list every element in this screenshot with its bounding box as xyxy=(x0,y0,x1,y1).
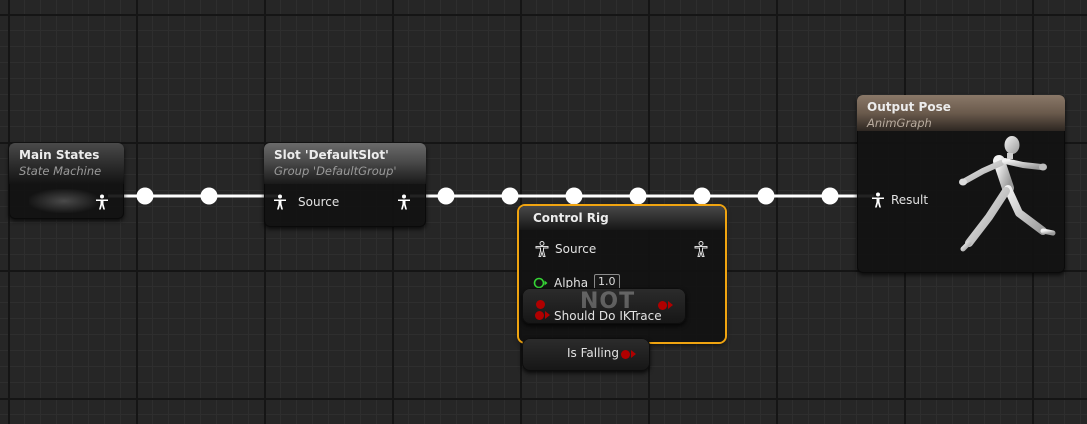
wire-bubble xyxy=(757,187,775,205)
bool-pin-icon[interactable] xyxy=(536,300,545,309)
node-title: Slot 'DefaultSlot' xyxy=(274,148,389,162)
pose-pin-icon[interactable] xyxy=(871,192,885,208)
node-title: Output Pose xyxy=(867,100,951,114)
pose-pin-icon[interactable] xyxy=(535,241,549,257)
bool-pin-icon[interactable] xyxy=(535,311,544,320)
node-subtitle: Group 'DefaultGroup' xyxy=(274,164,397,178)
source-pin-label: Source xyxy=(298,195,340,209)
node-preview-blur xyxy=(29,189,99,213)
pose-pin-icon[interactable] xyxy=(694,241,708,257)
node-output-pose[interactable]: Output Pose AnimGraph Result xyxy=(857,95,1065,273)
node-header[interactable]: Output Pose AnimGraph xyxy=(857,95,1065,131)
pose-pin-icon[interactable] xyxy=(273,194,287,210)
wire-bubble xyxy=(565,187,583,205)
bool-pin-arrow-icon xyxy=(631,350,636,358)
node-slot[interactable]: Slot 'DefaultSlot' Group 'DefaultGroup' … xyxy=(264,143,426,227)
bool-pin-icon[interactable] xyxy=(621,350,630,359)
node-title: Main States xyxy=(19,148,100,162)
wire-bubble xyxy=(136,187,154,205)
source-pin-label: Source xyxy=(555,242,597,256)
wire-bubble xyxy=(200,187,218,205)
pose-pin-icon[interactable] xyxy=(397,194,411,210)
node-title: Control Rig xyxy=(533,211,609,225)
wire-bubble xyxy=(629,187,647,205)
wire-bubble xyxy=(693,187,711,205)
node-main-states[interactable]: Main States State Machine xyxy=(9,143,124,219)
running-mannequin-icon xyxy=(959,136,1056,252)
bool-pin-arrow-icon xyxy=(668,301,673,309)
pose-pin-icon[interactable] xyxy=(95,194,109,210)
should-do-iktrace-pin-label: Should Do IKTrace xyxy=(554,309,662,323)
node-title: Is Falling xyxy=(567,346,619,360)
node-subtitle: AnimGraph xyxy=(867,116,932,130)
wire-bubble xyxy=(821,187,839,205)
node-header[interactable]: Slot 'DefaultSlot' Group 'DefaultGroup' xyxy=(264,143,426,184)
result-pin-label: Result xyxy=(891,193,929,207)
node-subtitle: State Machine xyxy=(19,164,102,178)
wire-bubble xyxy=(501,187,519,205)
bool-pin-arrow-icon xyxy=(545,311,550,319)
node-header[interactable]: Main States State Machine xyxy=(9,143,124,184)
node-header[interactable]: Control Rig xyxy=(519,206,725,230)
node-is-falling[interactable]: Is Falling xyxy=(522,338,650,371)
wire-bubble xyxy=(437,187,455,205)
